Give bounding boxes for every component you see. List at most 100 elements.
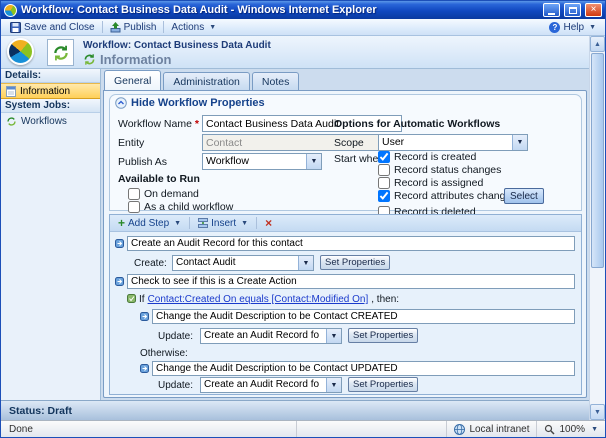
step-type-icon [115, 277, 124, 286]
scope-select[interactable]: User ▼ [378, 134, 528, 151]
zoom-control[interactable]: 100% ▼ [536, 421, 605, 437]
scope-label: Scope [334, 137, 364, 149]
globe-icon [454, 424, 465, 435]
else-update-select[interactable]: Create an Audit Record fo ▼ [200, 377, 342, 393]
actions-label: Actions [171, 22, 204, 33]
page-title: Information [83, 52, 172, 67]
on-demand-row: On demand [128, 188, 199, 200]
update-label: Update: [158, 380, 193, 391]
ie-window: Workflow: Contact Business Data Audit - … [0, 0, 606, 438]
scroll-down-button[interactable]: ▼ [590, 404, 605, 420]
help-icon: ? [549, 22, 560, 33]
automatic-options-label: Options for Automatic Workflows [334, 118, 500, 130]
add-step-button[interactable]: + Add Step ▼ [114, 217, 185, 229]
sidebar-item-label: Workflows [21, 116, 67, 127]
delete-step-button[interactable]: × [261, 217, 276, 229]
select-attributes-button[interactable]: Select [504, 188, 544, 204]
steps-toolbar: + Add Step ▼ Insert ▼ × [110, 215, 581, 232]
set-properties-button[interactable]: Set Properties [320, 255, 390, 270]
close-button[interactable]: × [585, 3, 602, 17]
minimize-button[interactable] [543, 3, 560, 17]
maximize-button[interactable] [564, 3, 581, 17]
actions-menu-button[interactable]: Actions ▼ [166, 20, 221, 35]
record-is-created-label: Record is created [394, 151, 476, 163]
then-update-select[interactable]: Create an Audit Record fo ▼ [200, 328, 342, 344]
hide-properties-label: Hide Workflow Properties [131, 97, 265, 109]
scope-value: User [379, 135, 512, 150]
sidebar-section-details: Details: [1, 69, 100, 83]
sidebar-item-workflows[interactable]: Workflows [1, 113, 100, 129]
create-label: Create: [134, 258, 167, 269]
workflow-icon [52, 44, 70, 62]
browser-status-text: Done [1, 424, 296, 435]
collapse-icon [115, 97, 127, 109]
tab-strip: General Administration Notes [101, 69, 589, 89]
record-attributes-change-checkbox[interactable] [378, 190, 390, 202]
set-properties-button[interactable]: Set Properties [348, 328, 418, 343]
steps-body: Create: Contact Audit ▼ Set Properties I… [110, 232, 581, 394]
else-step-description-input[interactable] [152, 361, 575, 376]
condition-row: IfContact:Created On equals [Contact:Mod… [127, 294, 399, 305]
general-tab-panel: Hide Workflow Properties Workflow Name *… [103, 90, 587, 398]
step2-description-input[interactable] [127, 274, 575, 289]
add-step-label: Add Step [128, 218, 169, 229]
tab-notes[interactable]: Notes [252, 72, 299, 90]
information-form-icon [6, 86, 16, 97]
scroll-up-button[interactable]: ▲ [590, 36, 605, 52]
child-workflow-checkbox[interactable] [128, 201, 140, 213]
title-bar: Workflow: Contact Business Data Audit - … [1, 1, 605, 19]
then-update-value: Create an Audit Record fo [201, 329, 326, 343]
dropdown-arrow-icon: ▼ [326, 329, 341, 343]
workflow-name-label: Workflow Name * [118, 118, 199, 130]
dropdown-arrow-icon: ▼ [512, 135, 527, 150]
status-empty-segment [296, 421, 446, 437]
record-status-label: Status: Draft [9, 405, 72, 417]
hide-properties-toggle[interactable]: Hide Workflow Properties [115, 97, 265, 109]
set-properties-button[interactable]: Set Properties [348, 377, 418, 392]
entity-icon-frame [47, 39, 74, 66]
tab-general[interactable]: General [104, 70, 161, 90]
chevron-down-icon: ▼ [241, 220, 248, 227]
help-menu-button[interactable]: ? Help ▼ [544, 20, 601, 35]
chevron-down-icon: ▼ [174, 220, 181, 227]
minimize-icon [548, 13, 555, 15]
chevron-down-icon: ▼ [209, 24, 216, 31]
condition-link[interactable]: Contact:Created On equals [Contact:Modif… [148, 294, 369, 305]
on-demand-label: On demand [144, 188, 199, 200]
record-status-changes-checkbox[interactable] [378, 164, 390, 176]
else-update-value: Create an Audit Record fo [201, 378, 326, 392]
magnifier-icon [544, 424, 555, 435]
scrollbar-thumb[interactable] [591, 53, 604, 268]
record-is-created-checkbox[interactable] [378, 151, 390, 163]
record-is-assigned-label: Record is assigned [394, 177, 483, 189]
workflows-icon [6, 116, 17, 127]
page-title-label: Information [100, 52, 172, 67]
tab-administration[interactable]: Administration [163, 72, 250, 90]
condition-prefix: If [139, 294, 145, 305]
information-workflow-icon [83, 53, 96, 66]
workflow-name-text: Workflow Name [118, 118, 192, 130]
page-header: Workflow: Contact Business Data Audit In… [1, 36, 605, 69]
sidebar-item-information[interactable]: Information [1, 83, 100, 99]
on-demand-checkbox[interactable] [128, 188, 140, 200]
condition-icon [127, 294, 136, 303]
dropdown-arrow-icon: ▼ [306, 154, 321, 169]
toolbar-separator [102, 21, 103, 33]
record-is-assigned-checkbox[interactable] [378, 177, 390, 189]
insert-button[interactable]: Insert ▼ [194, 218, 252, 229]
publish-as-select[interactable]: Workflow ▼ [202, 153, 322, 170]
step1-description-input[interactable] [127, 236, 575, 251]
save-and-close-button[interactable]: Save and Close [5, 20, 100, 35]
dropdown-arrow-icon: ▼ [326, 378, 341, 392]
then-step-description-input[interactable] [152, 309, 575, 324]
vertical-scrollbar[interactable]: ▲ ▼ [589, 36, 605, 420]
entity-label: Entity [118, 137, 144, 149]
record-status-changes-label: Record status changes [394, 164, 501, 176]
publish-as-label: Publish As [118, 156, 167, 168]
security-zone-label: Local intranet [469, 424, 529, 435]
maximize-icon [569, 7, 577, 14]
create-entity-select[interactable]: Contact Audit ▼ [172, 255, 314, 271]
toolbar-separator [256, 217, 257, 229]
publish-button[interactable]: Publish [105, 20, 162, 35]
publish-label: Publish [124, 22, 157, 33]
